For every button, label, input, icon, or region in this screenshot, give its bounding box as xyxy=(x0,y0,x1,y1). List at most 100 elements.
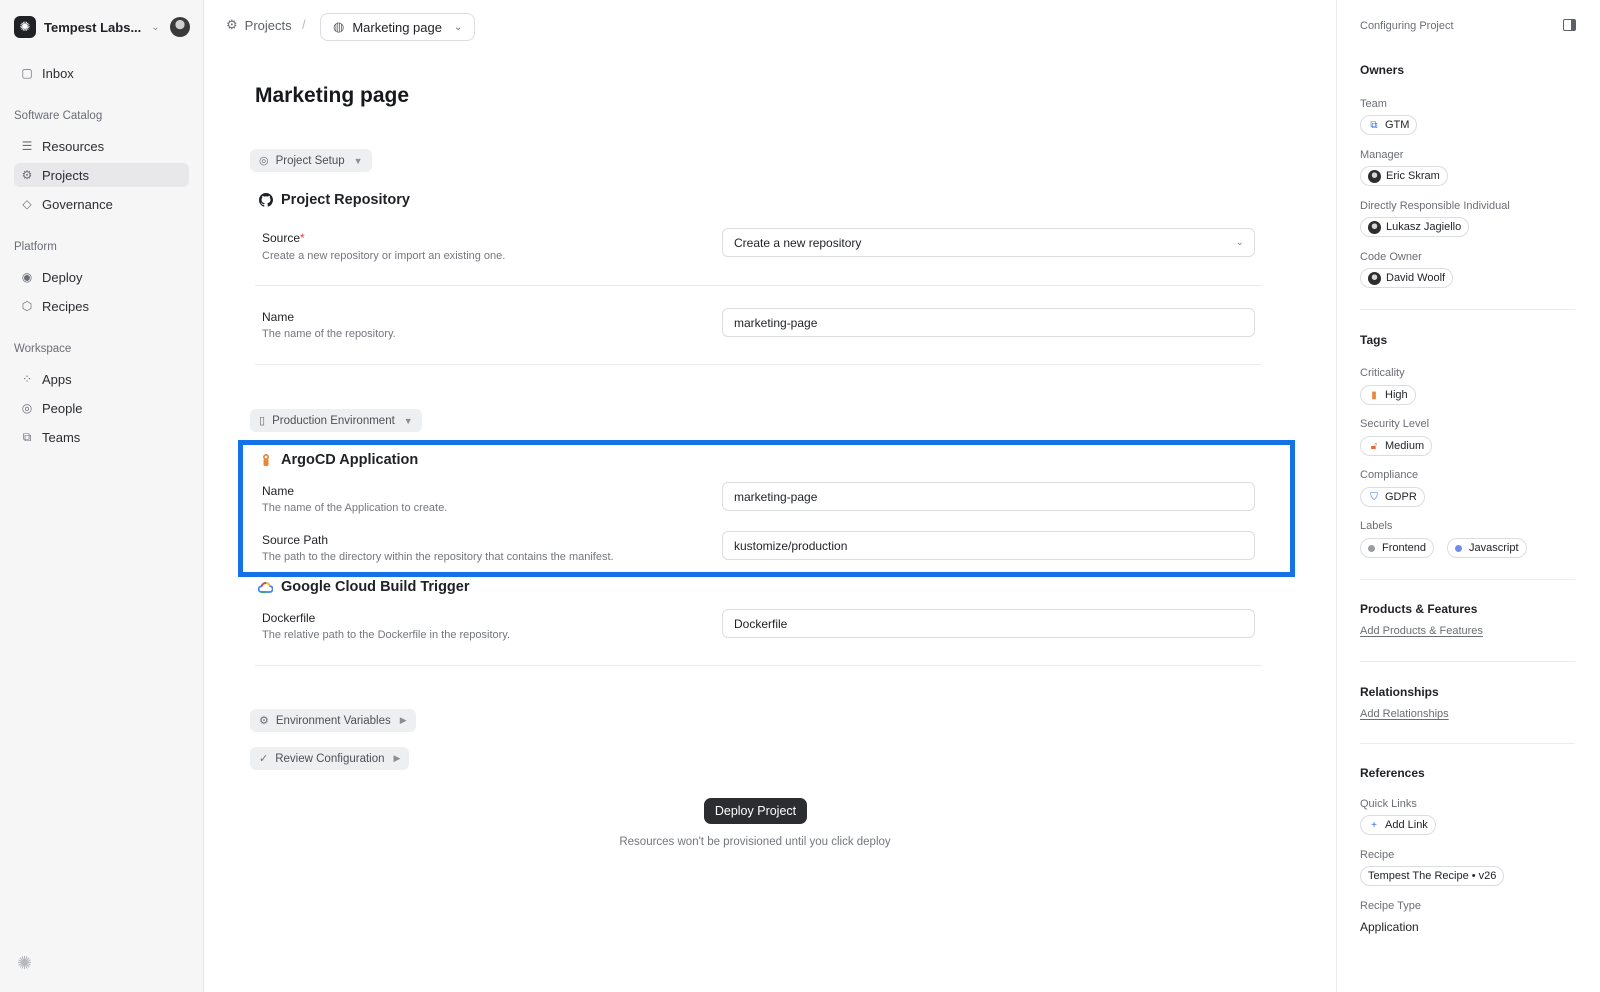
label-chip-frontend[interactable]: Frontend xyxy=(1360,538,1435,558)
breadcrumb: ⚙ Projects / ◍ Marketing page ⌄ xyxy=(204,0,1336,52)
user-avatar[interactable] xyxy=(170,17,190,37)
sidebar-section-workspace: Workspace xyxy=(14,343,72,355)
code-owner-value: David Woolf xyxy=(1386,272,1446,284)
divider xyxy=(255,364,1262,365)
relationships-heading: Relationships xyxy=(1360,685,1439,699)
repo-name-value: marketing-page xyxy=(734,315,818,330)
caret-down-icon: ▼ xyxy=(403,415,413,426)
bar-chart-icon: ▮ xyxy=(1371,389,1377,401)
manager-label: Manager xyxy=(1360,149,1404,161)
recipe-type-label: Recipe Type xyxy=(1360,900,1421,912)
google-cloud-icon xyxy=(258,580,273,595)
manager-chip[interactable]: Eric Skram xyxy=(1360,166,1448,186)
person-circle-icon: ◎ xyxy=(21,401,33,415)
teams-icon: ⧉ xyxy=(22,429,32,444)
breadcrumb-current-project[interactable]: ◍ Marketing page ⌄ xyxy=(320,13,476,41)
globe-icon: ◎ xyxy=(259,155,269,167)
sidebar-item-label: Teams xyxy=(42,429,81,445)
source-select[interactable]: Create a new repository ⌄ xyxy=(722,228,1255,257)
source-description: Create a new repository or import an exi… xyxy=(262,250,506,262)
deploy-project-button[interactable]: Deploy Project xyxy=(704,798,807,824)
inbox-icon: ▢ xyxy=(21,66,33,80)
check-icon: ✓ xyxy=(259,753,269,765)
dot-icon xyxy=(1455,544,1462,552)
production-environment-label: Production Environment xyxy=(272,414,395,427)
sidebar-section-platform: Platform xyxy=(14,241,57,253)
owners-heading: Owners xyxy=(1360,63,1405,77)
deploy-note: Resources won't be provisioned until you… xyxy=(619,836,891,848)
compliance-value: GDPR xyxy=(1385,491,1417,503)
repo-name-label: Name xyxy=(262,310,295,324)
sidebar-item-recipes[interactable]: ⬡ Recipes xyxy=(14,294,189,318)
section-title: ArgoCD Application xyxy=(281,452,419,468)
argocd-name-value: marketing-page xyxy=(734,489,818,504)
team-chip[interactable]: ⧉ GTM xyxy=(1360,115,1418,135)
source-label-text: Source xyxy=(262,231,301,245)
gear-icon: ⚙ xyxy=(226,17,238,32)
project-setup-toggle[interactable]: ◎ Project Setup ▼ xyxy=(250,149,372,172)
environment-variables-label: Environment Variables xyxy=(275,714,391,727)
github-icon xyxy=(258,193,273,208)
add-products-features-link[interactable]: Add Products & Features xyxy=(1360,625,1483,637)
plus-icon: + xyxy=(1371,819,1377,831)
criticality-label: Criticality xyxy=(1360,367,1405,379)
environment-variables-toggle[interactable]: ⚙ Environment Variables ▶ xyxy=(250,709,416,732)
compliance-chip[interactable]: ⛉ GDPR xyxy=(1360,487,1425,507)
project-setup-label: Project Setup xyxy=(275,154,345,167)
right-panel: Configuring Project Owners Team ⧉ GTM Ma… xyxy=(1336,0,1600,992)
code-owner-chip[interactable]: David Woolf xyxy=(1360,268,1454,288)
source-path-input[interactable]: kustomize/production xyxy=(722,531,1255,560)
references-heading: References xyxy=(1360,766,1425,780)
divider xyxy=(255,285,1262,286)
dri-chip[interactable]: Lukasz Jagiello xyxy=(1360,217,1470,237)
label-value: Frontend xyxy=(1382,542,1427,554)
add-link-button[interactable]: + Add Link xyxy=(1360,815,1436,835)
repo-name-input[interactable]: marketing-page xyxy=(722,308,1255,337)
recipe-type-value: Application xyxy=(1360,920,1419,934)
sidebar-item-label: Inbox xyxy=(42,65,74,81)
gear-icon: ⚙ xyxy=(21,168,33,182)
dockerfile-label: Dockerfile xyxy=(262,611,316,625)
recipe-chip[interactable]: Tempest The Recipe • v26 xyxy=(1360,866,1505,886)
products-features-heading: Products & Features xyxy=(1360,602,1478,616)
diamond-icon: ◇ xyxy=(22,197,32,211)
security-level-label: Security Level xyxy=(1360,418,1430,430)
divider xyxy=(1360,579,1575,580)
argocd-name-input[interactable]: marketing-page xyxy=(722,482,1255,511)
sidebar-item-people[interactable]: ◎ People xyxy=(14,396,189,420)
sidebar-item-teams[interactable]: ⧉ Teams xyxy=(14,425,189,449)
list-icon: ☰ xyxy=(21,139,33,153)
sidebar-item-apps[interactable]: ⁘ Apps xyxy=(14,367,189,391)
sidebar-item-label: Resources xyxy=(42,138,105,154)
sidebar-item-label: Recipes xyxy=(42,298,89,314)
caret-right-icon: ▶ xyxy=(399,715,407,725)
sidebar-item-resources[interactable]: ☰ Resources xyxy=(14,134,189,158)
team-icon: ⧉ xyxy=(1370,119,1378,131)
sidebar-item-inbox[interactable]: ▢ Inbox xyxy=(14,61,189,85)
sidebar-item-deploy[interactable]: ◉ Deploy xyxy=(14,265,189,289)
quick-links-label: Quick Links xyxy=(1360,798,1417,810)
sidebar-item-projects[interactable]: ⚙ Projects xyxy=(14,163,189,187)
criticality-chip[interactable]: ▮ High xyxy=(1360,385,1416,405)
manager-value: Eric Skram xyxy=(1386,170,1440,182)
argocd-icon xyxy=(258,453,273,468)
caret-down-icon: ▼ xyxy=(353,155,363,166)
broadcast-icon: ◉ xyxy=(21,270,33,284)
dockerfile-input[interactable]: Dockerfile xyxy=(722,609,1255,638)
label-chip-javascript[interactable]: Javascript xyxy=(1447,538,1527,558)
add-relationships-link[interactable]: Add Relationships xyxy=(1360,708,1449,720)
sidebar-item-label: Deploy xyxy=(42,269,83,285)
workspace-switcher[interactable]: ✺ Tempest Labs... ⌄ xyxy=(14,14,190,40)
dot-icon xyxy=(1368,544,1375,552)
divider xyxy=(255,665,1262,666)
page-title: Marketing page xyxy=(255,84,410,107)
sidebar-item-governance[interactable]: ◇ Governance xyxy=(14,192,189,216)
dri-value: Lukasz Jagiello xyxy=(1386,221,1462,233)
security-level-chip[interactable]: 🔓︎ Medium xyxy=(1360,436,1433,456)
review-configuration-toggle[interactable]: ✓ Review Configuration ▶ xyxy=(250,747,410,770)
production-environment-toggle[interactable]: ▯ Production Environment ▼ xyxy=(250,409,422,432)
panel-toggle-icon[interactable] xyxy=(1563,19,1576,31)
breadcrumb-projects[interactable]: ⚙ Projects xyxy=(226,17,292,33)
chevron-down-icon: ⌄ xyxy=(453,21,463,33)
review-configuration-label: Review Configuration xyxy=(275,752,385,765)
